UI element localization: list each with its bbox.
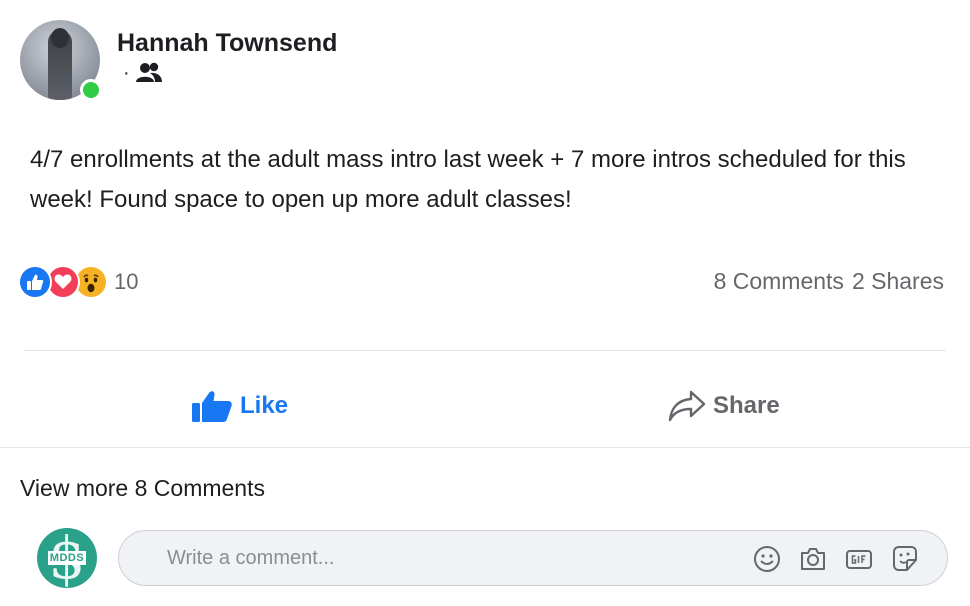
like-button[interactable]: Like [192,370,288,442]
share-label: Share [713,392,780,419]
shares-count-link[interactable]: 2 Shares [852,268,944,294]
thumbs-up-icon [192,391,232,422]
online-status-dot [80,79,102,101]
reactions-summary[interactable]: 10 [18,264,138,300]
view-more-comments-link[interactable]: View more 8 Comments [20,475,265,502]
comments-count-link[interactable]: 8 Comments [714,268,844,294]
like-reaction-icon [18,265,52,299]
comment-box [118,530,948,586]
divider [24,350,946,351]
sticker-icon[interactable] [889,543,921,575]
friends-icon[interactable] [135,62,162,84]
post-actions: Like Share [0,370,970,442]
post-meta: · [123,62,162,84]
share-arrow-icon [668,390,706,422]
author-name[interactable]: Hannah Townsend [117,29,337,58]
comment-input[interactable] [167,546,707,570]
commenter-avatar[interactable]: $ MDDS [37,528,97,588]
post-text: 4/7 enrollments at the adult mass intro … [30,146,906,213]
engagement-counts: 8 Comments 2 Shares [714,268,944,295]
emoji-icon[interactable] [751,543,783,575]
share-button[interactable]: Share [667,370,780,442]
comment-input-icons [751,543,921,575]
camera-icon[interactable] [797,543,829,575]
meta-separator: · [123,62,130,84]
divider [0,447,970,448]
like-label: Like [240,392,289,419]
reaction-count: 10 [114,269,139,294]
post-header: Hannah Townsend · [20,20,950,101]
commenter-avatar-logo: MDDS [47,551,87,565]
gif-icon[interactable] [843,543,875,575]
